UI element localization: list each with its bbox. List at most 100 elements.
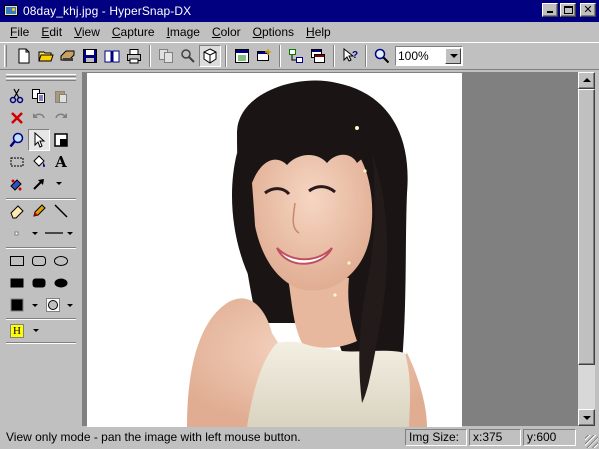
line-button[interactable] <box>50 200 72 222</box>
arrow-icon <box>33 179 44 190</box>
save-icon <box>83 49 97 63</box>
line-style-button[interactable] <box>42 222 66 244</box>
chevron-down-icon[interactable] <box>67 232 73 235</box>
arrow-tool-button[interactable] <box>28 173 50 195</box>
rounded-rectangle-button[interactable] <box>28 250 50 272</box>
menu-edit[interactable]: Edit <box>35 23 68 41</box>
vertical-scrollbar[interactable] <box>578 72 595 426</box>
context-help-icon: ? <box>343 48 358 62</box>
context-help-button[interactable]: ? <box>339 45 361 67</box>
point-size-button[interactable] <box>6 222 28 244</box>
status-bar: View only mode - pan the image with left… <box>0 428 599 449</box>
toolbar-grip[interactable] <box>4 45 7 67</box>
rectangle-icon <box>10 256 24 266</box>
delete-icon <box>11 112 23 124</box>
open-icon <box>38 51 54 62</box>
dot-icon <box>14 231 19 236</box>
menu-color[interactable]: Color <box>206 23 247 41</box>
filled-rounded-rectangle-button[interactable] <box>28 272 50 294</box>
zoom-tool-button[interactable] <box>6 129 28 151</box>
tree-button[interactable] <box>285 45 307 67</box>
print-button[interactable] <box>123 45 145 67</box>
status-message: View only mode - pan the image with left… <box>6 430 301 444</box>
palette-separator <box>6 342 76 344</box>
menu-file[interactable]: File <box>4 23 35 41</box>
chevron-down-icon[interactable] <box>32 304 38 307</box>
save-button[interactable] <box>79 45 101 67</box>
scroll-up-button[interactable] <box>578 72 595 89</box>
menu-image[interactable]: Image <box>161 23 206 41</box>
menu-options[interactable]: Options <box>247 23 300 41</box>
toolbar-separator <box>225 45 227 67</box>
copy-tool-button[interactable] <box>28 85 50 107</box>
image-viewport[interactable] <box>82 72 578 427</box>
palette-grip[interactable] <box>6 74 76 77</box>
hypersnap-window: 08day_khj.jpg - HyperSnap-DX ✕ File Edit… <box>0 0 599 449</box>
delete-button[interactable] <box>6 107 28 129</box>
foreground-color-button[interactable] <box>6 294 28 316</box>
title-bar[interactable]: 08day_khj.jpg - HyperSnap-DX ✕ <box>0 0 599 22</box>
undo-button[interactable] <box>28 107 50 129</box>
scan-button[interactable] <box>57 45 79 67</box>
copy-button[interactable] <box>155 45 177 67</box>
close-button[interactable]: ✕ <box>580 3 596 17</box>
ellipse-button[interactable] <box>50 250 72 272</box>
zoom-select[interactable]: 100% <box>395 46 463 66</box>
pencil-button[interactable] <box>28 200 50 222</box>
new-button[interactable] <box>13 45 35 67</box>
properties-button[interactable] <box>177 45 199 67</box>
fill-color-button[interactable] <box>42 294 64 316</box>
maximize-button[interactable] <box>560 3 576 17</box>
cube-button[interactable] <box>199 45 221 67</box>
scroll-down-button[interactable] <box>578 409 595 426</box>
chevron-down-icon[interactable] <box>33 329 39 332</box>
paste-button[interactable] <box>50 85 72 107</box>
highlight-button[interactable]: H <box>6 320 28 342</box>
chevron-down-icon[interactable] <box>56 182 62 185</box>
paint-bucket-icon <box>33 155 45 167</box>
menu-bar: File Edit View Capture Image Color Optio… <box>0 22 599 41</box>
scrollbar-thumb[interactable] <box>578 89 595 365</box>
magnifier-icon <box>9 132 24 148</box>
text-tool-button[interactable]: A <box>50 151 72 173</box>
fill-button[interactable] <box>28 151 50 173</box>
chevron-down-icon[interactable] <box>445 48 461 64</box>
crop-button[interactable] <box>50 129 72 151</box>
windows-button[interactable] <box>307 45 329 67</box>
chevron-down-icon[interactable] <box>32 232 38 235</box>
menu-view[interactable]: View <box>68 23 106 41</box>
chevron-down-icon[interactable] <box>67 304 73 307</box>
select-rectangle-button[interactable] <box>6 151 28 173</box>
minimize-icon <box>547 11 553 13</box>
captured-image-photo[interactable] <box>87 73 462 427</box>
capture-button[interactable] <box>253 45 275 67</box>
menu-capture[interactable]: Capture <box>106 23 161 41</box>
toolbar-separator <box>149 45 151 67</box>
text-tool-icon: A <box>55 153 67 171</box>
book-button[interactable] <box>101 45 123 67</box>
stamp-button[interactable] <box>6 173 28 195</box>
redo-button[interactable] <box>50 107 72 129</box>
open-button[interactable] <box>35 45 57 67</box>
line-style-icon <box>45 232 63 234</box>
cube-icon <box>203 48 217 64</box>
toolbar-separator <box>365 45 367 67</box>
filled-ellipse-button[interactable] <box>50 272 72 294</box>
eraser-button[interactable] <box>6 200 28 222</box>
menu-help[interactable]: Help <box>300 23 337 41</box>
svg-text:?: ? <box>352 50 358 61</box>
rectangle-button[interactable] <box>6 250 28 272</box>
minimize-button[interactable] <box>542 3 558 17</box>
filled-rectangle-button[interactable] <box>6 272 28 294</box>
palette-grip[interactable] <box>6 78 76 81</box>
app-icon[interactable] <box>3 3 19 19</box>
cut-button[interactable] <box>6 85 28 107</box>
size-grip[interactable] <box>585 435 598 448</box>
zoom-button[interactable] <box>371 45 393 67</box>
img-size-label: Img Size: <box>405 429 467 446</box>
window-list-button[interactable] <box>231 45 253 67</box>
select-pointer-button[interactable] <box>28 129 50 151</box>
fill-color-icon <box>46 298 60 312</box>
capture-icon <box>257 49 271 61</box>
stamp-icon <box>10 179 22 191</box>
